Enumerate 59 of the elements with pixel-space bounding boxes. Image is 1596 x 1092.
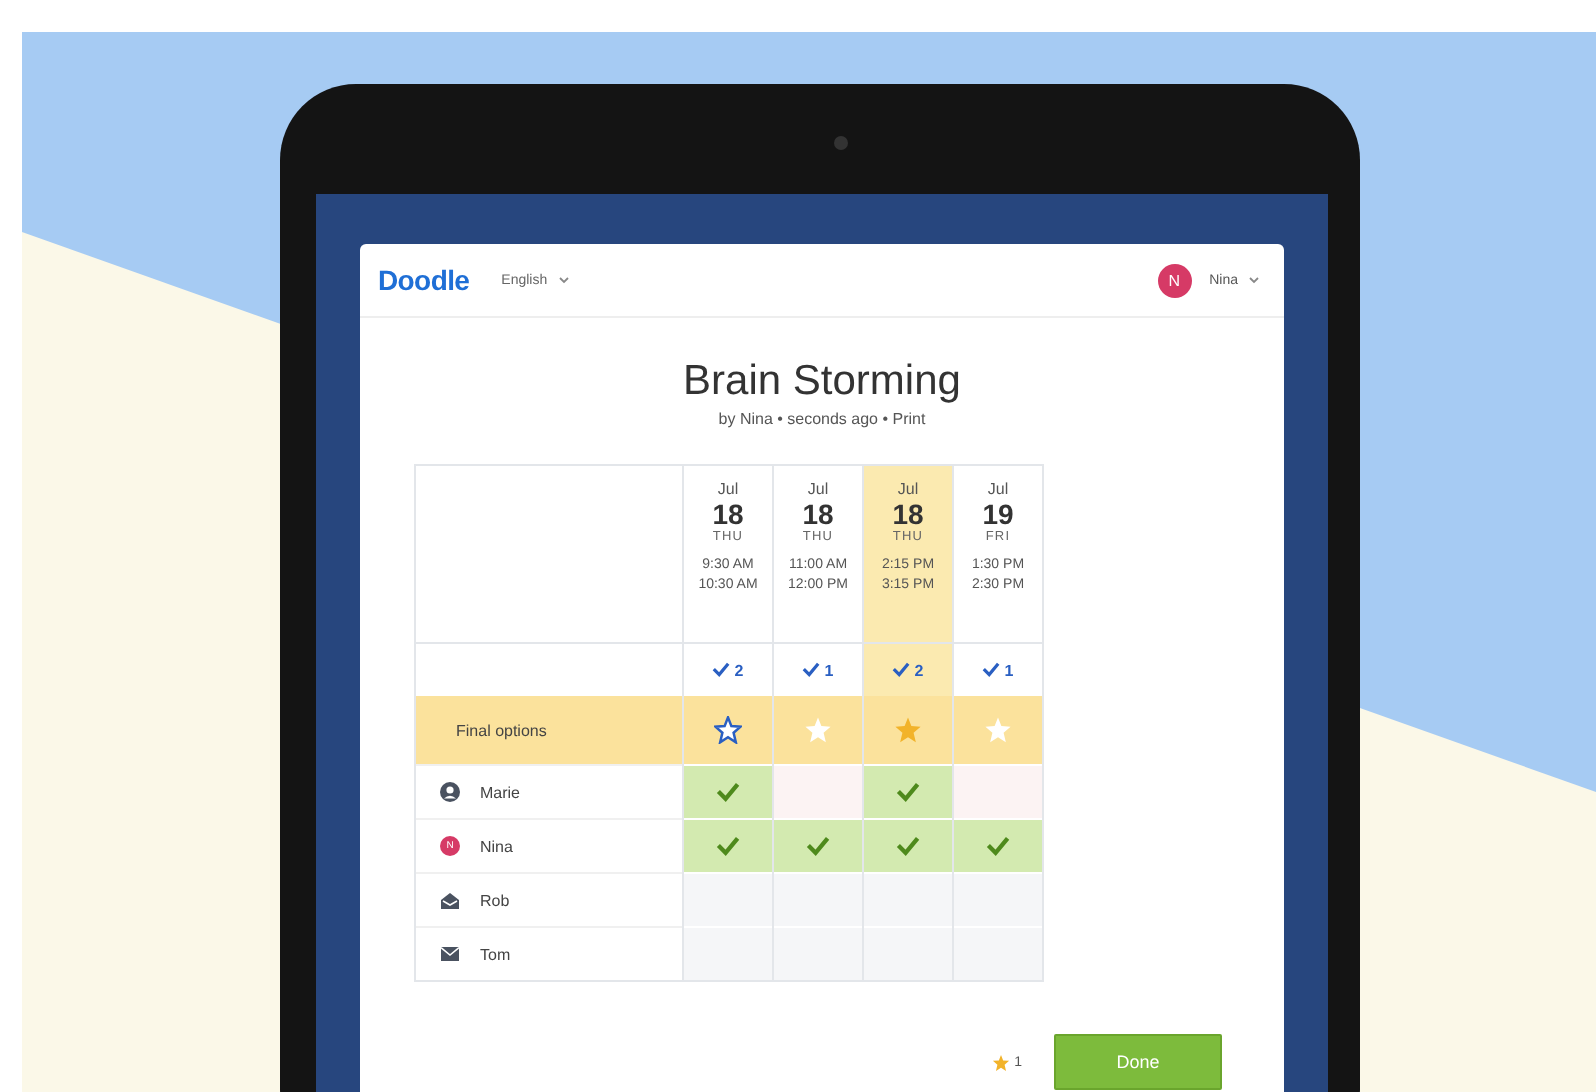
answer-cell[interactable]	[684, 818, 772, 872]
vote-count: 2	[734, 661, 744, 679]
vote-count: 1	[1004, 661, 1014, 679]
participant-name: Rob	[480, 891, 510, 909]
open-envelope-icon	[440, 891, 460, 909]
answer-cell[interactable]	[684, 764, 772, 818]
print-link[interactable]: Print	[892, 410, 926, 428]
answer-cell[interactable]	[864, 764, 952, 818]
caret-icon	[557, 276, 570, 284]
day-label: 19	[982, 498, 1014, 530]
poll-title: Brain Storming	[681, 358, 963, 406]
star-button[interactable]	[714, 716, 742, 744]
answer-cell[interactable]	[954, 764, 1042, 818]
answer-cell[interactable]	[864, 926, 952, 980]
star-button[interactable]	[804, 716, 832, 744]
answer-cell[interactable]	[774, 872, 862, 926]
check-icon	[896, 782, 920, 802]
star-icon	[992, 1053, 1011, 1071]
month-label: Jul	[897, 480, 919, 498]
star-button[interactable]	[894, 716, 922, 744]
check-icon	[802, 662, 821, 678]
participant-name: Marie	[480, 783, 521, 801]
vote-count: 1	[824, 661, 834, 679]
check-icon	[982, 662, 1001, 678]
check-icon	[716, 836, 740, 856]
poll-byline: by Nina • seconds ago •	[718, 410, 889, 428]
vote-count: 2	[914, 661, 924, 679]
participant-name: Tom	[480, 945, 511, 963]
participant-name: Nina	[480, 837, 513, 855]
doodle-logo[interactable]: Doodle	[378, 264, 470, 296]
answer-cell[interactable]	[774, 926, 862, 980]
answer-cell[interactable]	[864, 872, 952, 926]
month-label: Jul	[717, 480, 739, 498]
answer-cell[interactable]	[774, 818, 862, 872]
check-icon	[892, 662, 911, 678]
check-icon	[896, 836, 920, 856]
check-icon	[986, 836, 1010, 856]
answer-cell[interactable]	[954, 926, 1042, 980]
final-options-label: Final options	[416, 696, 682, 764]
answer-cell[interactable]	[774, 764, 862, 818]
camera-icon	[834, 136, 848, 150]
check-icon	[716, 782, 740, 802]
day-label: 18	[712, 498, 744, 530]
month-label: Jul	[987, 480, 1009, 498]
check-icon	[712, 662, 731, 678]
check-icon	[806, 836, 830, 856]
answer-cell[interactable]	[954, 872, 1042, 926]
user-avatar[interactable]: N	[1157, 263, 1192, 297]
envelope-icon	[440, 946, 460, 962]
day-label: 18	[802, 498, 834, 530]
answer-cell[interactable]	[684, 926, 772, 980]
caret-icon	[1248, 276, 1260, 284]
answer-cell[interactable]	[684, 872, 772, 926]
day-label: 18	[892, 498, 924, 530]
month-label: Jul	[807, 480, 829, 498]
answer-cell[interactable]	[954, 818, 1042, 872]
person-icon	[440, 782, 460, 802]
answer-cell[interactable]	[864, 818, 952, 872]
star-button[interactable]	[984, 716, 1012, 744]
